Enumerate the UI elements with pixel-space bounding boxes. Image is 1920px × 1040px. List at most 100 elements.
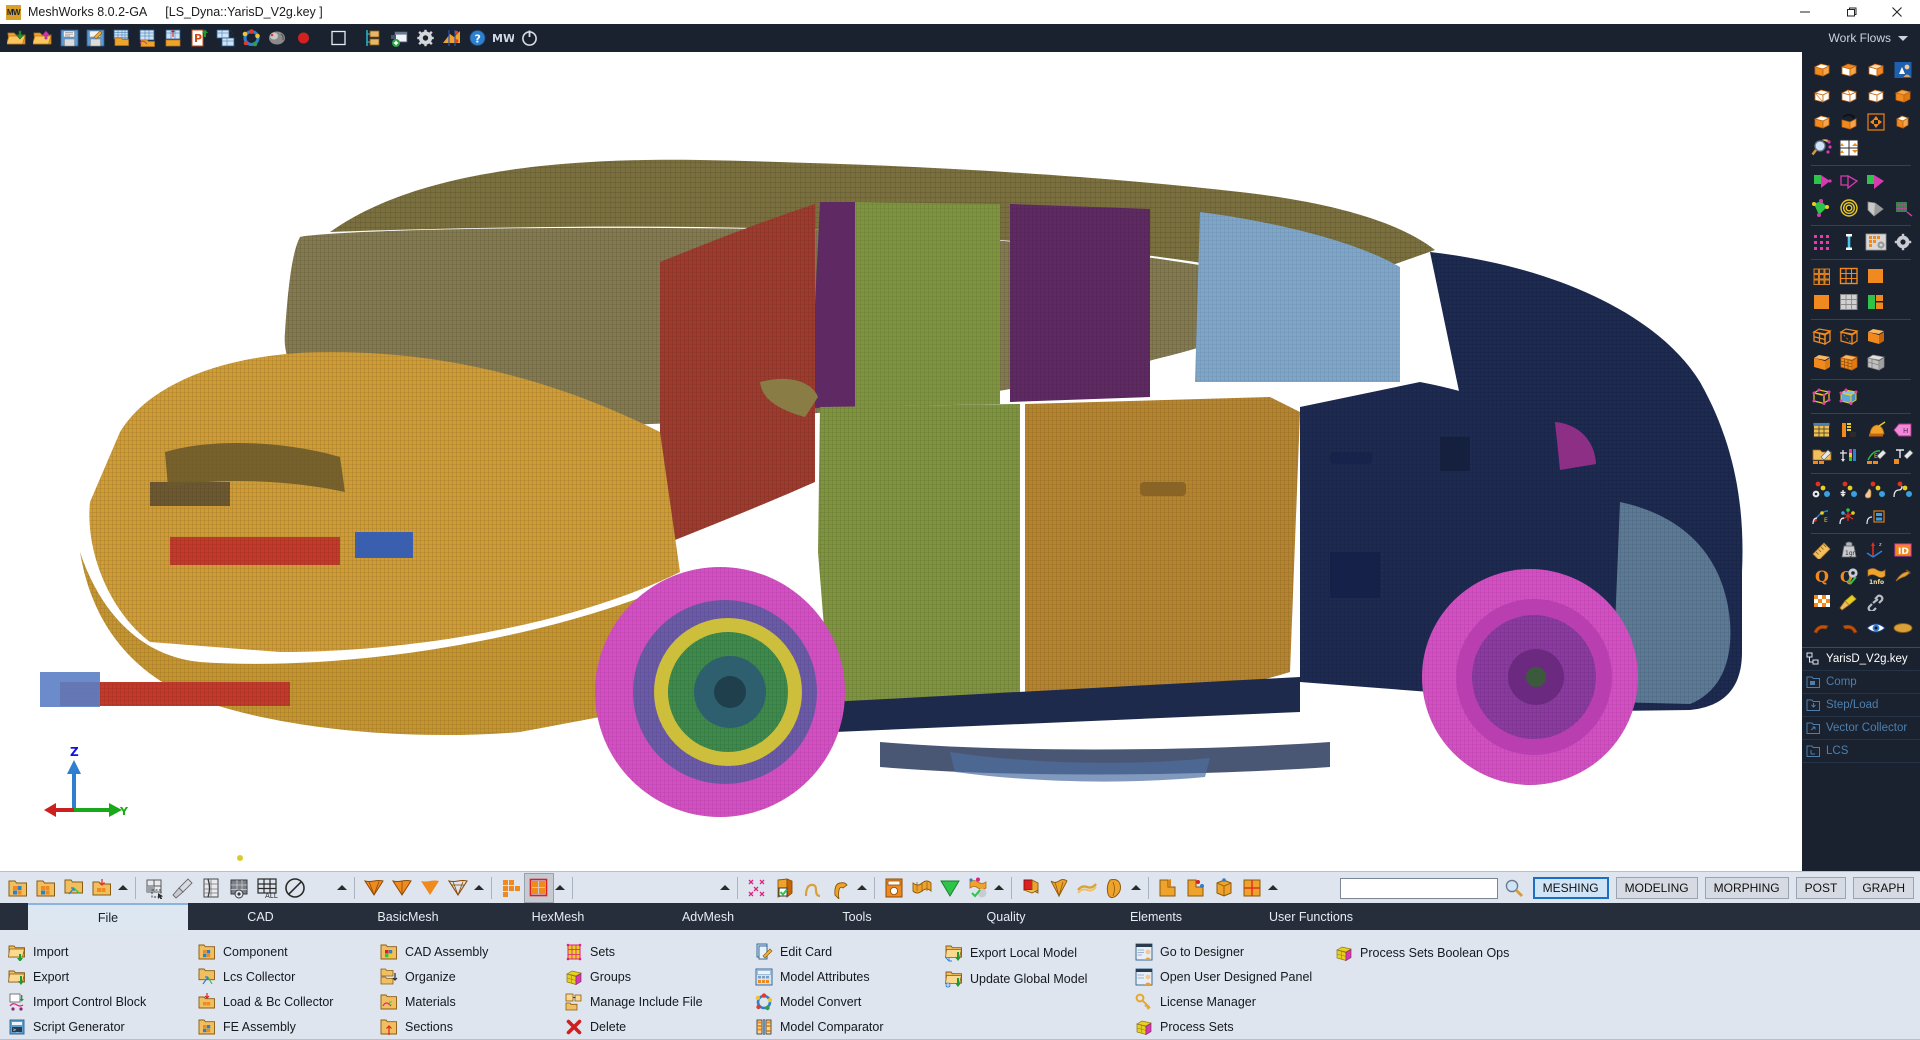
mode-graph-button[interactable]: GRAPH xyxy=(1853,877,1914,899)
mesh-color-icon[interactable] xyxy=(1889,195,1916,221)
advmesh-group-caret[interactable] xyxy=(718,874,732,902)
ribbon-item-fe-assembly[interactable]: FE Assembly xyxy=(190,1014,372,1039)
ribbon-item-materials[interactable]: E Materials xyxy=(372,990,557,1015)
view-left-icon[interactable] xyxy=(1862,83,1889,109)
tab-user-functions[interactable]: User Functions xyxy=(1231,903,1391,930)
select-group-caret[interactable] xyxy=(335,874,349,902)
import-table-icon[interactable] xyxy=(108,26,134,50)
cube-solid-icon[interactable] xyxy=(1862,323,1889,349)
quality-check-flag-icon[interactable] xyxy=(964,874,992,902)
process-sets-icon[interactable] xyxy=(360,26,386,50)
ribbon-item-manage-include-file[interactable]: Manage Include File xyxy=(557,990,747,1015)
quality-group-caret[interactable] xyxy=(992,874,1006,902)
component-collector-icon[interactable] xyxy=(4,874,32,902)
ribbon-item-script-generator[interactable]: >_ Script Generator xyxy=(0,1014,190,1039)
component-add-icon[interactable] xyxy=(32,874,60,902)
tab-quality[interactable]: Quality xyxy=(931,903,1081,930)
ribbon-icon[interactable] xyxy=(827,874,855,902)
power-icon[interactable] xyxy=(516,26,542,50)
cube-shaded-icon[interactable] xyxy=(1808,349,1835,375)
nodes-display-icon[interactable] xyxy=(1808,195,1835,221)
ribbon-item-edit-card[interactable]: Edit Card xyxy=(747,940,937,965)
tab-file[interactable]: File xyxy=(28,903,188,930)
none-icon[interactable] xyxy=(281,874,309,902)
handle-box-icon[interactable] xyxy=(1862,503,1889,529)
gear-icon[interactable] xyxy=(1889,229,1916,255)
handle-gear-icon[interactable] xyxy=(1808,477,1835,503)
load-bc-collector-icon[interactable] xyxy=(88,874,116,902)
tab-elements[interactable]: Elements xyxy=(1081,903,1231,930)
broom-icon[interactable] xyxy=(1835,589,1862,615)
view-iso2-icon[interactable] xyxy=(1835,57,1862,83)
settings-gear-icon[interactable] xyxy=(412,26,438,50)
handle-curve-icon[interactable]: E xyxy=(1808,503,1835,529)
solid-check-icon[interactable] xyxy=(771,874,799,902)
quality-check-icon[interactable]: Q xyxy=(1835,563,1862,589)
view-right-icon[interactable] xyxy=(1889,83,1916,109)
mass-icon[interactable]: 1gr xyxy=(1835,537,1862,563)
search-icon[interactable] xyxy=(1502,875,1526,901)
mode-morphing-button[interactable]: MORPHING xyxy=(1705,877,1789,899)
mesh-group-caret[interactable] xyxy=(553,874,567,902)
grid-orange-icon[interactable] xyxy=(1835,263,1862,289)
undo-icon[interactable] xyxy=(1808,615,1835,641)
bell-icon[interactable] xyxy=(1862,417,1889,443)
shoot-icon[interactable] xyxy=(1889,563,1916,589)
checker-icon[interactable] xyxy=(1808,589,1835,615)
open-folder-down-icon[interactable] xyxy=(4,26,30,50)
record-icon[interactable] xyxy=(290,26,316,50)
collector-group-caret[interactable] xyxy=(116,874,130,902)
grid-dark-icon[interactable] xyxy=(1808,263,1835,289)
elements-group-caret[interactable] xyxy=(1129,874,1143,902)
ribbon-item-import[interactable]: Import xyxy=(0,940,190,965)
table-export-icon[interactable] xyxy=(212,26,238,50)
quality-cone-icon[interactable] xyxy=(936,874,964,902)
folder-paint-icon[interactable] xyxy=(1808,443,1835,469)
ribbon-item-model-comparator[interactable]: Model Comparator xyxy=(747,1014,937,1039)
ribbon-item-license-manager[interactable]: License Manager xyxy=(1127,990,1327,1015)
uf-block-icon[interactable] xyxy=(1154,874,1182,902)
view-bottom-icon[interactable] xyxy=(1889,109,1916,135)
ribbon-item-load-bc-collector[interactable]: Load & Bc Collector xyxy=(190,990,372,1015)
graph-bars-icon[interactable] xyxy=(438,26,464,50)
text-paint-icon[interactable] xyxy=(1889,443,1916,469)
spiral-icon[interactable] xyxy=(1835,195,1862,221)
powerpoint-export-icon[interactable]: P xyxy=(186,26,212,50)
paintbrush-icon[interactable] xyxy=(169,874,197,902)
ribbon-item-model-attributes[interactable]: Model Attributes xyxy=(747,965,937,990)
shade-green-icon[interactable] xyxy=(1808,169,1835,195)
mode-modeling-button[interactable]: MODELING xyxy=(1616,877,1698,899)
ribbon-item-cad-assembly[interactable]: CAD Assembly xyxy=(372,940,557,965)
tag-icon[interactable]: H xyxy=(1889,417,1916,443)
axis-icon[interactable]: z xyxy=(1862,537,1889,563)
mw-logo-icon[interactable]: MW xyxy=(490,26,516,50)
legend-icon[interactable] xyxy=(1835,417,1862,443)
shade-magenta-icon[interactable] xyxy=(1862,169,1889,195)
element-fold-icon[interactable] xyxy=(1017,874,1045,902)
handle-hand-icon[interactable] xyxy=(1862,477,1889,503)
tree-item-vector-collector[interactable]: Vector Collector xyxy=(1802,717,1920,740)
uf-node-icon[interactable] xyxy=(1182,874,1210,902)
view-user-icon[interactable] xyxy=(1889,57,1916,83)
view-front-icon[interactable] xyxy=(1808,83,1835,109)
cube-mesh-icon[interactable] xyxy=(1835,349,1862,375)
handle-flow-icon[interactable] xyxy=(1889,477,1916,503)
tree-item-lcs[interactable]: LCS xyxy=(1802,740,1920,763)
mode-meshing-button[interactable]: MESHING xyxy=(1533,877,1609,899)
ribbon-item-export[interactable]: Export xyxy=(0,965,190,990)
maximize-button[interactable] xyxy=(1828,0,1874,24)
mesh-grid-icon[interactable] xyxy=(497,874,525,902)
eye-icon[interactable] xyxy=(1862,615,1889,641)
open-folder-up-icon[interactable] xyxy=(30,26,56,50)
view-top-icon[interactable] xyxy=(1808,109,1835,135)
id-icon[interactable]: ID xyxy=(1889,537,1916,563)
table-icon[interactable] xyxy=(1808,417,1835,443)
color-bars-icon[interactable] xyxy=(1835,443,1862,469)
new-window-icon[interactable] xyxy=(386,26,412,50)
graph-paint-icon[interactable]: E xyxy=(1862,443,1889,469)
help-icon[interactable]: ? xyxy=(464,26,490,50)
ribbon-item-delete[interactable]: Delete xyxy=(557,1014,747,1039)
save-disk-icon[interactable] xyxy=(56,26,82,50)
quality-panel-icon[interactable] xyxy=(880,874,908,902)
tab-hexmesh[interactable]: HexMesh xyxy=(483,903,633,930)
